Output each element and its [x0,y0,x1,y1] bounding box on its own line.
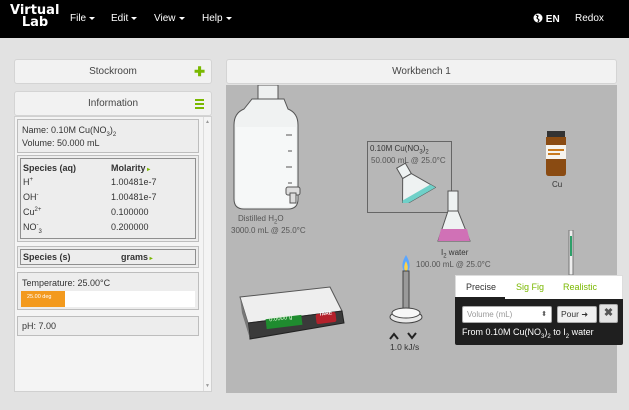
stockroom-title: Stockroom [89,66,137,77]
volume-input[interactable]: Volume (mL) ⬍ [462,306,552,323]
caret-down-icon [225,16,232,20]
ph-label: pH: 7.00 [22,321,57,331]
plus-icon[interactable]: ✚ [194,60,205,84]
workbench-area[interactable]: Distilled H2O 3000.0 mL @ 25.0°C 0.10M C… [226,85,617,393]
menu-icon[interactable] [195,99,204,109]
spinner-icon[interactable]: ⬍ [541,307,547,322]
menu-view-label: View [154,13,176,24]
flask-cuno3-name: 0.10M Cu(NO3)2 [370,144,429,156]
volume-placeholder: Volume (mL) [467,310,513,319]
species-molarity: 0.100000 [111,207,149,217]
species-s-box: Species (s) grams ▸ [17,246,199,268]
menu-help-label: Help [202,13,223,24]
species-s-header: Species (s) [23,252,71,262]
temperature-bar-fill: 25.00 deg [21,291,65,307]
heat-down-icon[interactable] [407,332,417,340]
species-row: H+ 1.00481e-7 [21,177,191,191]
copper-label: Cu [552,180,563,189]
globe-icon [533,13,543,23]
tab-realistic[interactable]: Realistic [563,282,597,292]
menu-edit-label: Edit [111,13,129,24]
menu-help[interactable]: Help [202,13,232,24]
menu-edit[interactable]: Edit [111,13,138,24]
temperature-label: Temperature: 25.00°C [22,278,111,288]
copper-jar[interactable] [544,131,568,177]
erlenmeyer-flask-cuno3[interactable] [386,163,436,203]
pour-button-label: Pour [561,309,579,319]
erlenmeyer-flask-iodine[interactable] [436,189,472,245]
sign-in-icon: ➜ [581,310,589,319]
temperature-bar-track: 25.00 deg [21,291,195,307]
species-aq-table: Species (aq) Molarity ▸ H+ 1.00481e-7 OH- 1… [20,158,196,239]
solution-name-box: Name: 0.10M Cu(NO3)2 Volume: 50.000 mL [17,119,199,153]
grams-header[interactable]: grams ▸ [121,252,153,262]
info-scrollbar[interactable]: ▲ ▼ [203,117,211,391]
workbench-title: Workbench 1 [392,66,451,77]
scroll-up-icon[interactable]: ▲ [205,119,210,125]
virtual-lab-logo[interactable]: Virtual Lab [10,4,59,35]
species-aq-box: Species (aq) Molarity ▸ H+ 1.00481e-7 OH- 1… [17,155,199,242]
distilled-water-info: 3000.0 mL @ 25.0°C [231,226,306,235]
pour-tabs: Precise Sig Fig Realistic [455,275,623,299]
language-selector[interactable]: EN [533,13,560,25]
species-name: NO-3 [23,222,42,235]
temperature-bar-label: 25.00 deg [27,294,52,300]
menu-view[interactable]: View [154,13,185,24]
bunsen-burner[interactable] [386,255,426,331]
menu-file[interactable]: File [70,13,96,24]
distilled-water-name: Distilled H2O [238,214,284,226]
workbench-header[interactable]: Workbench 1 [226,59,617,84]
species-row: Cu2+ 0.100000 [21,207,191,221]
caret-down-icon [131,16,138,20]
species-name: Cu2+ [23,207,42,217]
solution-name: Name: 0.10M Cu(NO3)2 [22,125,117,138]
species-row: NO-3 0.200000 [21,222,191,236]
species-name: H+ [23,177,34,187]
ph-box: pH: 7.00 [17,316,199,336]
flask-iodine-name: I2 water [441,248,469,260]
information-title: Information [87,98,139,109]
temperature-box: Temperature: 25.00°C 25.00 deg [17,272,199,310]
heat-up-icon[interactable] [389,332,399,340]
tab-precise[interactable]: Precise [466,282,496,292]
scroll-down-icon[interactable]: ▼ [205,383,210,389]
flask-iodine-info: 100.00 mL @ 25.0°C [416,260,491,269]
solution-volume: Volume: 50.000 mL [22,138,100,148]
species-molarity: 1.00481e-7 [111,177,157,187]
pour-button[interactable]: Pour ➜ [557,306,597,323]
distilled-water-bottle[interactable] [230,85,302,213]
tab-sig-fig[interactable]: Sig Fig [516,282,544,292]
redox-link[interactable]: Redox [575,13,604,24]
burner-rate: 1.0 kJ/s [390,342,420,352]
species-s-table: Species (s) grams ▸ [20,249,196,265]
logo-line-2: Lab [21,15,49,30]
close-button[interactable]: ✖ [599,304,618,323]
molarity-header[interactable]: Molarity ▸ [111,163,150,173]
species-aq-header: Species (aq) [23,163,77,173]
species-molarity: 1.00481e-7 [111,192,157,202]
information-header[interactable]: Information [14,91,212,116]
caret-down-icon [178,16,185,20]
language-label: EN [545,14,560,25]
species-name: OH- [23,192,39,202]
pour-message: From 0.10M Cu(NO3)2 to I2 water [462,327,594,340]
menu-file-label: File [70,13,87,24]
thermometer[interactable] [566,230,576,275]
species-row: OH- 1.00481e-7 [21,192,191,206]
stockroom-header[interactable]: Stockroom ✚ [14,59,212,84]
species-molarity: 0.200000 [111,222,149,232]
caret-down-icon [89,16,96,20]
